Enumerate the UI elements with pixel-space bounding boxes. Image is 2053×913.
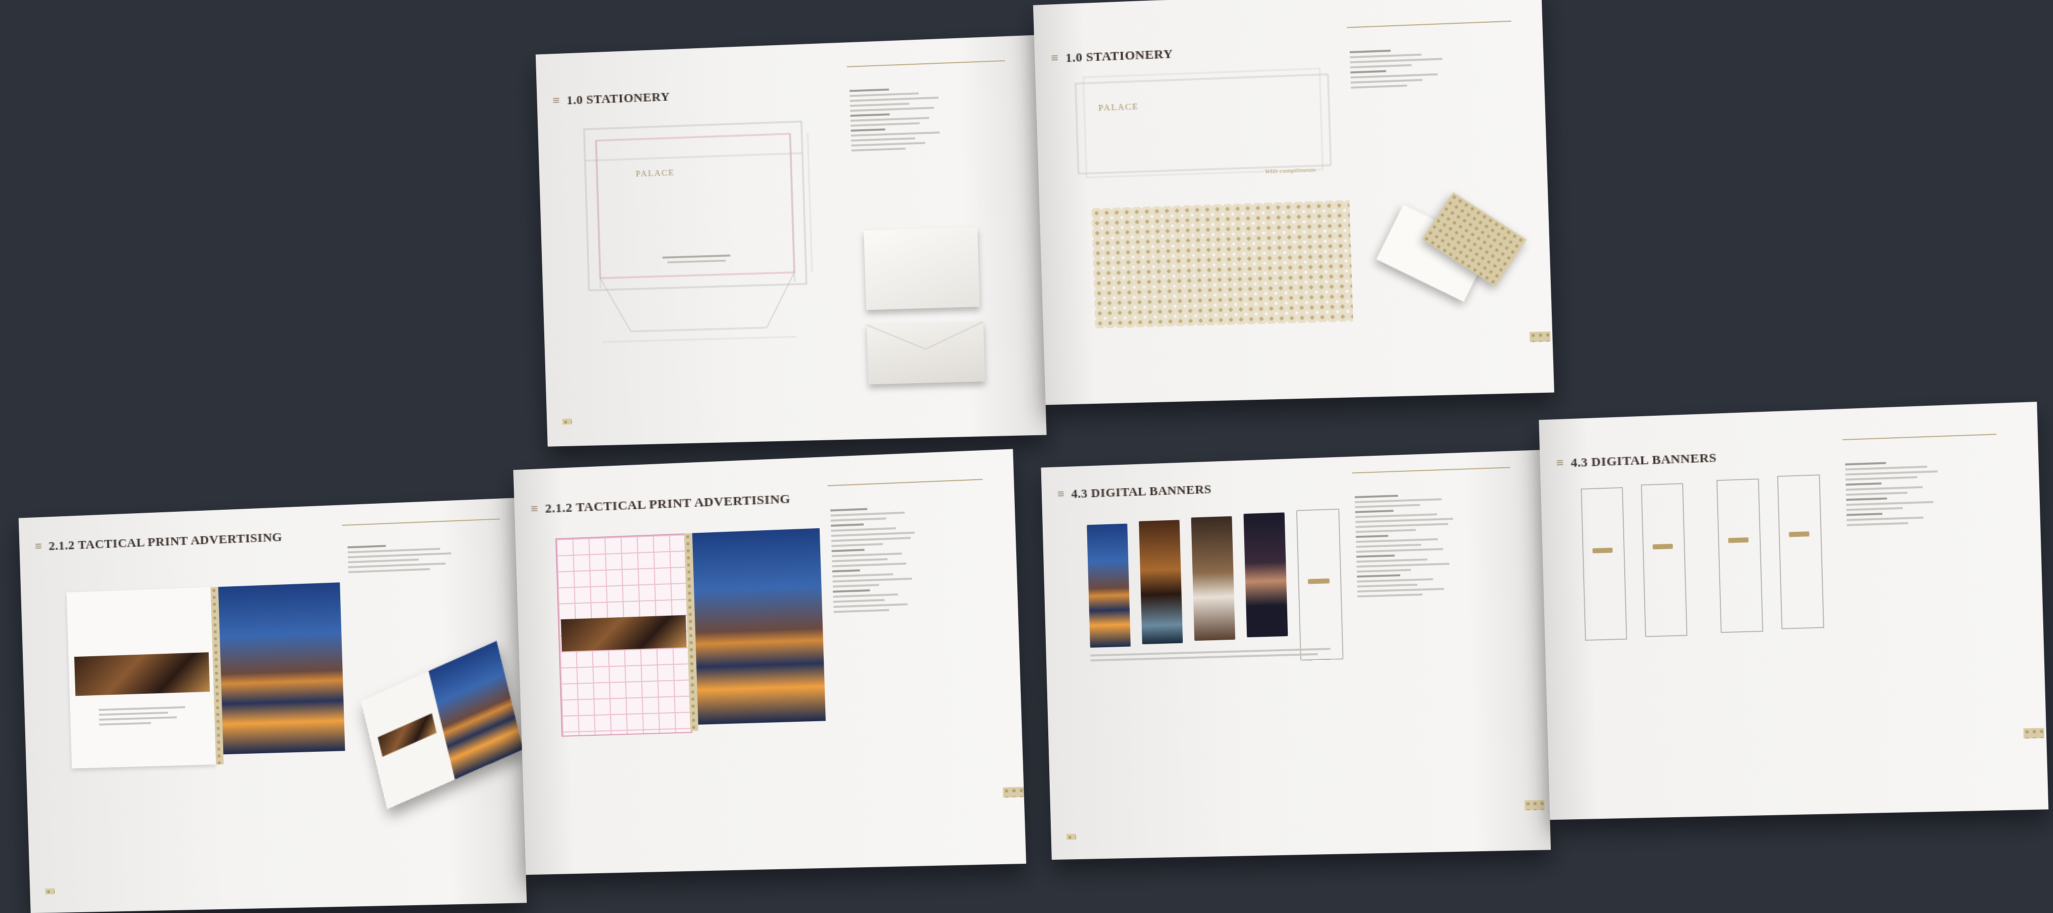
envelope-photo-1 bbox=[863, 226, 980, 310]
card-text: With compliments bbox=[1264, 165, 1316, 176]
banner-cta bbox=[1307, 578, 1330, 585]
page-footer bbox=[562, 418, 576, 425]
envelope-dieline bbox=[567, 113, 826, 348]
stationery-left-page: 1.0 STATIONERY PALACE bbox=[535, 35, 1047, 447]
banner-exterior bbox=[1243, 512, 1288, 638]
section-header-rule bbox=[1351, 462, 1511, 474]
banners-spread: 4.3 DIGITAL BANNERS 4.3 DIGITAL BANNERS bbox=[1040, 401, 2053, 869]
section-header-rule bbox=[341, 514, 500, 526]
page-title: 1.0 STATIONERY bbox=[1051, 46, 1174, 67]
tactical-left-page: 2.1.2 TACTICAL PRINT ADVERTISING bbox=[18, 497, 527, 913]
page-title: 2.1.2 TACTICAL PRINT ADVERTISING bbox=[34, 529, 282, 554]
screen: { "spreads": { "stationery": { "left_tit… bbox=[0, 0, 2053, 913]
page-footer bbox=[45, 888, 55, 895]
banner-footers bbox=[1090, 647, 1343, 664]
restaurant-photo bbox=[74, 652, 210, 696]
tactical-right-page: 2.1.2 TACTICAL PRINT ADVERTISING bbox=[513, 448, 1027, 875]
spec-text-block bbox=[1349, 47, 1454, 91]
ad-copy bbox=[98, 706, 186, 728]
palace-night-photo bbox=[218, 582, 346, 755]
wireframe-cta-4 bbox=[1788, 531, 1810, 538]
envelope-photo-2 bbox=[867, 322, 985, 385]
spec-text-block bbox=[1354, 493, 1466, 601]
spec-text-block bbox=[849, 86, 951, 154]
section-header-rule bbox=[827, 474, 983, 487]
page-corner-pattern bbox=[1002, 786, 1025, 798]
card-logo: PALACE bbox=[1098, 101, 1139, 113]
banner-outline bbox=[1296, 508, 1344, 661]
spec-text-block bbox=[347, 542, 457, 576]
banner-wireframe-1 bbox=[1580, 487, 1628, 641]
wireframe-cta-3 bbox=[1728, 537, 1749, 544]
stationery-right-page: 1.0 STATIONERY PALACE With compliments bbox=[1033, 0, 1555, 405]
banners-right-page: 4.3 DIGITAL BANNERS bbox=[1538, 401, 2049, 820]
ad-spread-left bbox=[66, 587, 216, 769]
envelope-logo: PALACE bbox=[635, 167, 675, 179]
magazine-mockup bbox=[361, 640, 524, 810]
spec-text-block bbox=[1845, 460, 1949, 529]
stationery-spread: 1.0 STATIONERY PALACE 1.0 STATIONERY bbox=[535, 0, 1566, 456]
page-corner-pattern bbox=[1524, 799, 1545, 811]
banners-left-page: 4.3 DIGITAL BANNERS bbox=[1040, 449, 1551, 860]
section-header-rule bbox=[1346, 16, 1512, 29]
banner-room bbox=[1191, 516, 1236, 641]
page-corner-pattern bbox=[1529, 331, 1551, 343]
section-header-rule bbox=[1842, 429, 1997, 441]
banner-wireframe-3 bbox=[1716, 478, 1764, 633]
page-title: 4.3 DIGITAL BANNERS bbox=[1556, 450, 1717, 472]
page-title: 2.1.2 TACTICAL PRINT ADVERTISING bbox=[530, 491, 791, 518]
page-title: 1.0 STATIONERY bbox=[552, 89, 670, 109]
pattern-swatch bbox=[1091, 200, 1354, 329]
banner-burj bbox=[1086, 523, 1131, 648]
layout-grid bbox=[555, 533, 693, 737]
wireframe-cta-1 bbox=[1592, 547, 1613, 554]
page-corner-pattern bbox=[2023, 727, 2045, 739]
banner-lobby bbox=[1138, 519, 1183, 645]
tactical-spread: 2.1.2 TACTICAL PRINT ADVERTISING 2.1.2 T… bbox=[18, 448, 1038, 913]
spec-text-block bbox=[830, 506, 926, 616]
section-header-rule bbox=[846, 56, 1005, 68]
banner-wireframe-2 bbox=[1640, 483, 1688, 638]
page-title: 4.3 DIGITAL BANNERS bbox=[1057, 481, 1212, 502]
banner-wireframe-4 bbox=[1777, 474, 1825, 630]
palace-night-photo bbox=[692, 528, 826, 725]
page-footer bbox=[1066, 833, 1077, 841]
wireframe-cta-2 bbox=[1652, 543, 1673, 550]
